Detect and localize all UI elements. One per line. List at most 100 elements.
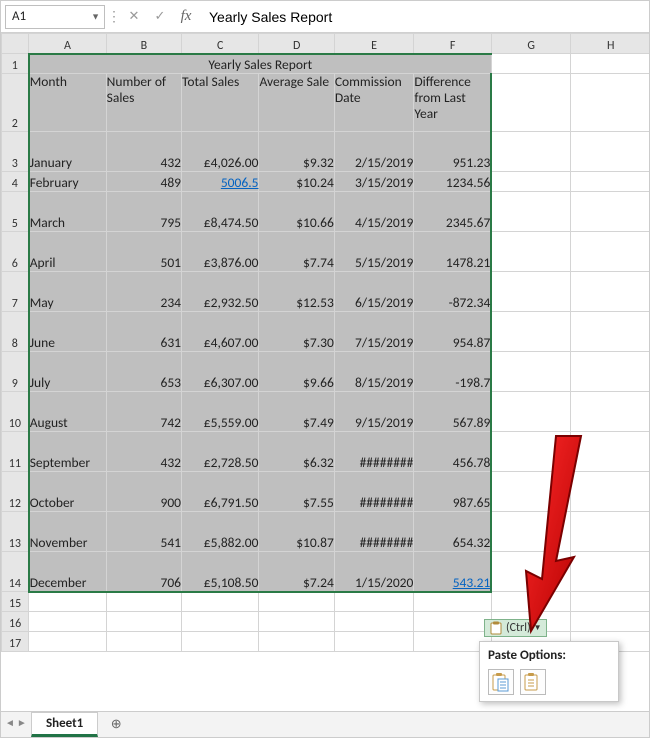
cell-diff[interactable]: 1478.21 <box>414 232 491 272</box>
cell[interactable] <box>571 232 649 272</box>
cell[interactable] <box>334 612 414 632</box>
cell[interactable] <box>571 54 649 74</box>
cell[interactable] <box>106 632 181 652</box>
paste-option-values[interactable] <box>520 669 546 695</box>
cell-avg[interactable]: $6.32 <box>259 432 334 472</box>
cell-number[interactable]: 234 <box>106 272 181 312</box>
row-header[interactable]: 3 <box>2 132 29 172</box>
row-header[interactable]: 2 <box>2 74 29 132</box>
cell[interactable] <box>106 592 181 612</box>
row-header[interactable]: 11 <box>2 432 29 472</box>
cell-month[interactable]: March <box>29 192 106 232</box>
cell-month[interactable]: May <box>29 272 106 312</box>
cell-diff[interactable]: 951.23 <box>414 132 491 172</box>
cell[interactable] <box>106 612 181 632</box>
cell-number[interactable]: 489 <box>106 172 181 192</box>
cell-date[interactable]: 2/15/2019 <box>334 132 414 172</box>
cell-number[interactable]: 653 <box>106 352 181 392</box>
row-header[interactable]: 7 <box>2 272 29 312</box>
cell[interactable] <box>414 612 491 632</box>
row-header[interactable]: 13 <box>2 512 29 552</box>
cell-month[interactable]: February <box>29 172 106 192</box>
col-header[interactable]: B <box>106 34 181 54</box>
cell-month[interactable]: September <box>29 432 106 472</box>
cell[interactable] <box>491 232 571 272</box>
col-header[interactable]: G <box>491 34 571 54</box>
col-header[interactable]: D <box>259 34 334 54</box>
cell-total[interactable]: £4,026.00 <box>182 132 259 172</box>
header-cell[interactable]: Difference from Last Year <box>414 74 491 132</box>
paste-options-tag[interactable]: (Ctrl) ▼ <box>484 619 547 637</box>
cell[interactable] <box>259 632 334 652</box>
cell-date[interactable]: 7/15/2019 <box>334 312 414 352</box>
cell[interactable] <box>29 592 106 612</box>
cell-number[interactable]: 706 <box>106 552 181 592</box>
header-cell[interactable]: Commission Date <box>334 74 414 132</box>
cell[interactable] <box>182 612 259 632</box>
paste-option-all[interactable] <box>488 669 514 695</box>
cell-date[interactable]: 4/15/2019 <box>334 192 414 232</box>
row-header[interactable]: 12 <box>2 472 29 512</box>
new-sheet-button[interactable]: ⊕ <box>104 715 128 735</box>
formula-input[interactable] <box>201 5 645 29</box>
cell[interactable] <box>491 54 571 74</box>
cell-number[interactable]: 501 <box>106 232 181 272</box>
cell-avg[interactable]: $7.49 <box>259 392 334 432</box>
cell-diff[interactable]: 543.21 <box>414 552 491 592</box>
cell-diff[interactable]: 456.78 <box>414 432 491 472</box>
col-header[interactable]: A <box>29 34 106 54</box>
row-header[interactable]: 1 <box>2 54 29 74</box>
cell[interactable] <box>571 132 649 172</box>
cell-month[interactable]: October <box>29 472 106 512</box>
cell-month[interactable]: June <box>29 312 106 352</box>
cell-date[interactable]: 6/15/2019 <box>334 272 414 312</box>
row-header[interactable]: 5 <box>2 192 29 232</box>
header-cell[interactable]: Total Sales <box>182 74 259 132</box>
cell-date[interactable]: 5/15/2019 <box>334 232 414 272</box>
cell-number[interactable]: 541 <box>106 512 181 552</box>
cell[interactable] <box>491 552 571 592</box>
row-header[interactable]: 6 <box>2 232 29 272</box>
cell[interactable] <box>29 612 106 632</box>
name-box[interactable]: A1 ▼ <box>5 5 105 29</box>
col-header[interactable]: F <box>414 34 491 54</box>
cell[interactable] <box>571 312 649 352</box>
cell[interactable] <box>491 192 571 232</box>
cell-avg[interactable]: $10.66 <box>259 192 334 232</box>
cell[interactable] <box>491 592 571 612</box>
cell[interactable] <box>491 74 571 132</box>
header-cell[interactable]: Number of Sales <box>106 74 181 132</box>
cell-date[interactable]: 8/15/2019 <box>334 352 414 392</box>
cell[interactable] <box>491 352 571 392</box>
cancel-icon[interactable]: ✕ <box>123 6 145 28</box>
cell-avg[interactable]: $10.87 <box>259 512 334 552</box>
cell-avg[interactable]: $7.55 <box>259 472 334 512</box>
cell-month[interactable]: April <box>29 232 106 272</box>
cell[interactable] <box>571 172 649 192</box>
cell[interactable] <box>414 592 491 612</box>
cell-number[interactable]: 432 <box>106 132 181 172</box>
cell[interactable] <box>334 592 414 612</box>
cell[interactable] <box>491 312 571 352</box>
cell-number[interactable]: 900 <box>106 472 181 512</box>
cell[interactable] <box>571 272 649 312</box>
chevron-down-icon[interactable]: ▼ <box>91 11 100 22</box>
col-header[interactable]: C <box>182 34 259 54</box>
cell-number[interactable]: 742 <box>106 392 181 432</box>
cell[interactable] <box>571 472 649 512</box>
cell-month[interactable]: November <box>29 512 106 552</box>
cell-month[interactable]: July <box>29 352 106 392</box>
cell-date[interactable]: ######## <box>334 512 414 552</box>
cell-month[interactable]: August <box>29 392 106 432</box>
row-header[interactable]: 10 <box>2 392 29 432</box>
cell[interactable] <box>182 592 259 612</box>
row-header[interactable]: 16 <box>2 612 29 632</box>
cell[interactable] <box>491 512 571 552</box>
cell-month[interactable]: January <box>29 132 106 172</box>
cell[interactable] <box>571 392 649 432</box>
cell[interactable] <box>29 632 106 652</box>
cell-avg[interactable]: $7.74 <box>259 232 334 272</box>
cell[interactable] <box>259 592 334 612</box>
cell-diff[interactable]: 654.32 <box>414 512 491 552</box>
row-header[interactable]: 4 <box>2 172 29 192</box>
